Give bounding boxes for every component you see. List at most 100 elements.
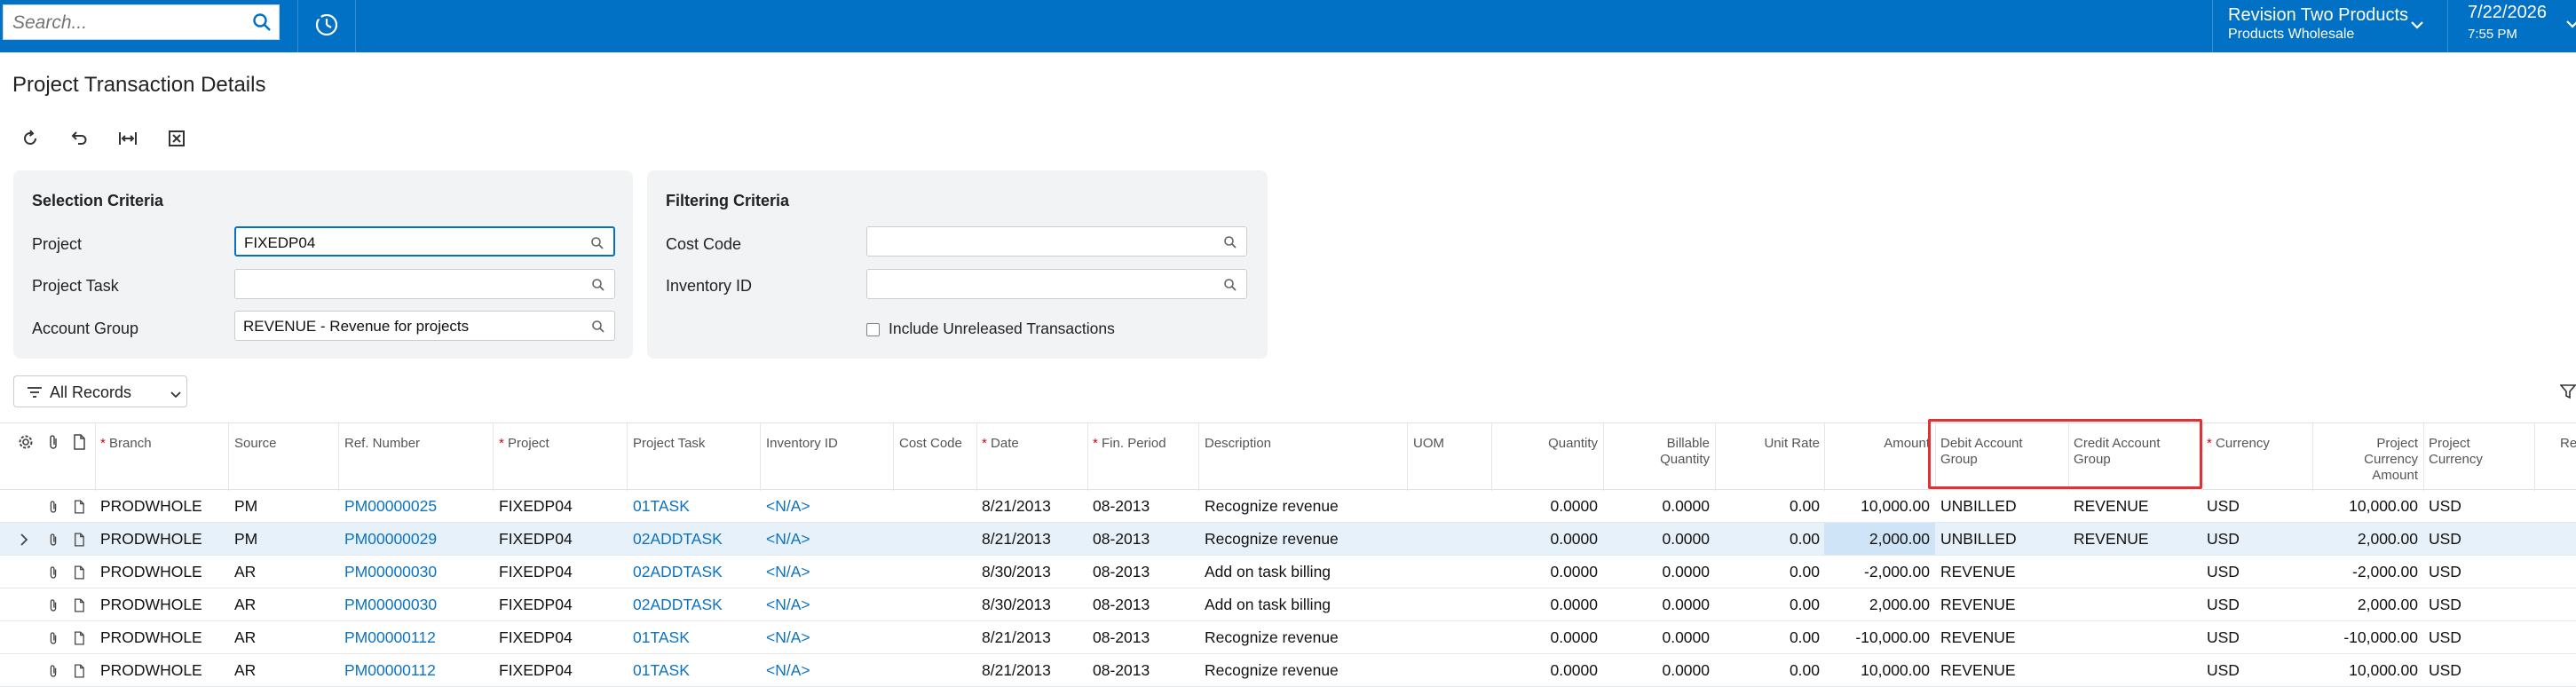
search-icon[interactable] — [591, 320, 605, 338]
col-uom[interactable]: UOM — [1413, 436, 1444, 452]
records-filter-dropdown[interactable]: All Records — [13, 375, 187, 407]
col-project-task[interactable]: Project Task — [633, 436, 705, 452]
search-input[interactable] — [11, 12, 245, 35]
note-icon[interactable] — [74, 664, 84, 683]
col-date[interactable]: * Date — [982, 436, 1019, 452]
cost-code-input[interactable] — [875, 233, 1197, 251]
export-excel-icon[interactable] — [165, 127, 188, 150]
col-description[interactable]: Description — [1205, 436, 1271, 452]
note-icon[interactable] — [73, 434, 85, 454]
col-cost-code[interactable]: Cost Code — [899, 436, 962, 452]
cell-ref[interactable]: PM00000030 — [344, 563, 437, 581]
cell-task[interactable]: 01TASK — [633, 628, 690, 647]
col-project-currency[interactable]: Project Currency — [2429, 436, 2483, 468]
attachment-icon[interactable] — [47, 434, 59, 454]
search-icon[interactable] — [591, 278, 605, 296]
global-search[interactable] — [3, 4, 280, 40]
table-row[interactable]: PRODWHOLE PM PM00000025 FIXEDP04 01TASK <N/A>… — [0, 490, 2576, 523]
col-fin-period[interactable]: * Fin. Period — [1093, 436, 1166, 452]
col-billable-quantity[interactable]: Billable Quantity — [1608, 436, 1710, 468]
search-icon[interactable] — [1223, 278, 1237, 296]
cell-task[interactable]: 01TASK — [633, 497, 690, 516]
include-unreleased-checkbox[interactable] — [866, 323, 880, 336]
attachment-icon[interactable] — [48, 664, 59, 683]
search-icon[interactable] — [1223, 235, 1237, 254]
table-row[interactable]: PRODWHOLE AR PM00000112 FIXEDP04 01TASK <N/A>… — [0, 654, 2576, 687]
cell-inventory[interactable]: <N/A> — [766, 497, 810, 516]
cell-project: FIXEDP04 — [499, 563, 573, 580]
cost-code-field[interactable] — [866, 226, 1247, 257]
cell-ref[interactable]: PM00000025 — [344, 497, 437, 516]
chevron-right-icon[interactable] — [20, 533, 28, 550]
col-project[interactable]: * Project — [499, 436, 549, 452]
col-project-currency-amount[interactable]: Project Currency Amount — [2317, 436, 2418, 484]
cell-amount: -2,000.00 — [1864, 563, 1930, 580]
cell-inventory[interactable]: <N/A> — [766, 661, 810, 680]
attachment-icon[interactable] — [48, 565, 59, 584]
cell-ref[interactable]: PM00000112 — [344, 628, 436, 647]
col-inventory-id[interactable]: Inventory ID — [766, 436, 838, 452]
gear-icon[interactable] — [18, 434, 34, 454]
cell-qty: 0.0000 — [1550, 563, 1598, 580]
cell-rate: 0.00 — [1789, 497, 1820, 515]
cell-inventory[interactable]: <N/A> — [766, 563, 810, 581]
cell-inventory[interactable]: <N/A> — [766, 628, 810, 647]
table-row[interactable]: PRODWHOLE PM PM00000029 FIXEDP04 02ADDTASK <N… — [0, 523, 2576, 556]
table-row[interactable]: PRODWHOLE AR PM00000112 FIXEDP04 01TASK <N/A>… — [0, 621, 2576, 654]
table-row[interactable]: PRODWHOLE AR PM00000030 FIXEDP04 02ADDTASK <N… — [0, 588, 2576, 621]
note-icon[interactable] — [74, 565, 84, 584]
col-truncated[interactable]: Re — [2560, 436, 2576, 452]
note-icon[interactable] — [74, 631, 84, 650]
inventory-id-field[interactable] — [866, 269, 1247, 299]
cell-ref[interactable]: PM00000030 — [344, 596, 437, 614]
history-icon[interactable] — [312, 11, 341, 43]
undo-icon[interactable] — [67, 127, 90, 150]
account-group-input[interactable] — [243, 318, 565, 336]
account-group-label: Account Group — [32, 320, 139, 337]
cell-currency: USD — [2207, 530, 2240, 548]
project-task-field[interactable] — [234, 269, 615, 299]
funnel-filter-icon[interactable] — [2559, 383, 2576, 404]
attachment-icon[interactable] — [48, 500, 59, 518]
project-field[interactable] — [234, 226, 615, 257]
refresh-icon[interactable] — [19, 127, 42, 150]
cell-task[interactable]: 02ADDTASK — [633, 563, 723, 581]
table-row[interactable]: PRODWHOLE AR PM00000030 FIXEDP04 02ADDTASK <N… — [0, 556, 2576, 588]
col-source[interactable]: Source — [234, 436, 277, 452]
col-currency[interactable]: * Currency — [2207, 436, 2270, 452]
col-ref-number[interactable]: Ref. Number — [344, 436, 420, 452]
col-quantity[interactable]: Quantity — [1497, 436, 1598, 452]
col-amount[interactable]: Amount — [1829, 436, 1930, 452]
cell-task[interactable]: 02ADDTASK — [633, 530, 723, 549]
project-task-label: Project Task — [32, 277, 119, 295]
col-unit-rate[interactable]: Unit Rate — [1720, 436, 1820, 452]
cell-debit: REVENUE — [1940, 596, 2016, 613]
cell-rate: 0.00 — [1789, 596, 1820, 613]
note-icon[interactable] — [74, 533, 84, 551]
cell-task[interactable]: 02ADDTASK — [633, 596, 723, 614]
company-switcher[interactable]: Revision Two Products Products Wholesale — [2228, 5, 2423, 43]
search-icon[interactable] — [590, 236, 604, 255]
cell-inventory[interactable]: <N/A> — [766, 596, 810, 614]
cell-task[interactable]: 01TASK — [633, 661, 690, 680]
col-branch[interactable]: * Branch — [100, 436, 152, 452]
note-icon[interactable] — [74, 598, 84, 617]
inventory-id-input[interactable] — [875, 276, 1197, 294]
chevron-down-icon[interactable] — [2410, 18, 2424, 34]
company-branch: Products Wholesale — [2228, 27, 2355, 42]
business-date[interactable]: 7/22/2026 7:55 PM — [2468, 3, 2576, 42]
attachment-icon[interactable] — [48, 631, 59, 650]
project-input[interactable] — [244, 234, 565, 252]
account-group-field[interactable] — [234, 311, 615, 341]
attachment-icon[interactable] — [48, 533, 59, 551]
cell-period: 08-2013 — [1093, 530, 1150, 548]
cell-ref[interactable]: PM00000112 — [344, 661, 436, 680]
project-task-input[interactable] — [243, 276, 565, 294]
attachment-icon[interactable] — [48, 598, 59, 617]
cell-ref[interactable]: PM00000029 — [344, 530, 437, 549]
note-icon[interactable] — [74, 500, 84, 518]
fit-to-screen-icon[interactable] — [116, 127, 139, 150]
chevron-down-icon[interactable] — [2565, 17, 2576, 33]
search-icon[interactable] — [252, 12, 272, 36]
cell-inventory[interactable]: <N/A> — [766, 530, 810, 549]
